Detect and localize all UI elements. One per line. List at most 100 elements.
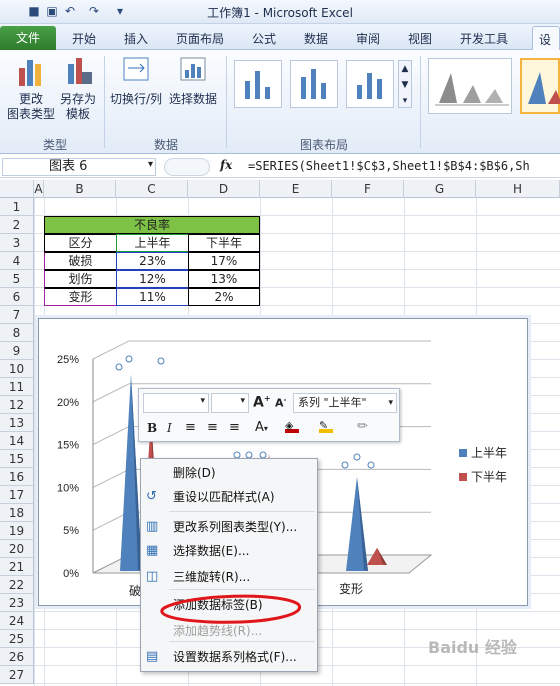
table-header-h1[interactable]: 上半年 <box>116 234 189 252</box>
font-name-box[interactable]: ▾ <box>143 393 209 413</box>
table-header-category[interactable]: 区分 <box>44 234 117 252</box>
selection-handle <box>115 363 123 371</box>
legend-label: 下半年 <box>471 470 507 484</box>
table-cell[interactable]: 破损 <box>44 252 117 270</box>
row-header[interactable]: 15 <box>0 450 34 468</box>
row-header[interactable]: 16 <box>0 468 34 486</box>
row-header[interactable]: 4 <box>0 252 34 270</box>
menu-separator <box>169 589 315 590</box>
selection-handle <box>341 461 349 469</box>
select-data-icon: ▦ <box>146 543 159 558</box>
italic-icon[interactable]: I <box>167 421 172 435</box>
context-menu-label: 三维旋转(R)... <box>173 570 251 584</box>
row-header[interactable]: 7 <box>0 306 34 324</box>
table-cell[interactable]: 2% <box>188 288 260 306</box>
row-header[interactable]: 19 <box>0 522 34 540</box>
context-menu: 删除(D) ↺ 重设以匹配样式(A) ▥ 更改系列图表类型(Y)... ▦ 选择数据(E).… <box>140 458 318 672</box>
legend-swatch <box>459 473 467 481</box>
selection-handle <box>157 357 165 365</box>
selection-handle <box>125 355 133 363</box>
row-header[interactable]: 10 <box>0 360 34 378</box>
format-series-icon: ▤ <box>146 649 159 664</box>
chevron-down-icon: ▾ <box>200 396 205 406</box>
3d-rotate-icon: ◫ <box>146 569 159 584</box>
y-tick-label: 0% <box>63 568 79 580</box>
row-header[interactable]: 21 <box>0 558 34 576</box>
row-header[interactable]: 11 <box>0 378 34 396</box>
row-header[interactable]: 9 <box>0 342 34 360</box>
grid-line <box>92 383 130 403</box>
chevron-down-icon: ▾ <box>388 398 393 408</box>
outline-color-icon[interactable]: ✎ <box>319 419 333 433</box>
table-title[interactable]: 不良率 <box>44 216 260 234</box>
row-header[interactable]: 1 <box>0 198 34 216</box>
format-painter-icon[interactable]: ✏ <box>357 419 368 434</box>
context-menu-label: 重设以匹配样式(A) <box>173 490 275 504</box>
row-header[interactable]: 14 <box>0 432 34 450</box>
row-header[interactable]: 18 <box>0 504 34 522</box>
align-center-icon[interactable]: ≡ <box>207 420 218 435</box>
grid-line <box>92 426 130 446</box>
row-header[interactable]: 5 <box>0 270 34 288</box>
selection-handle <box>367 461 375 469</box>
mini-toolbar: ▾ ▾ A+ A- 系列 "上半年" ▾ B I ≡ ≡ ≡ A▾ ◈ ✎ ✏ <box>138 388 400 442</box>
grid-line <box>34 198 35 686</box>
series-selector[interactable]: 系列 "上半年" ▾ <box>293 393 397 413</box>
menu-separator <box>169 641 315 642</box>
y-tick-label: 10% <box>57 482 79 494</box>
table-cell[interactable]: 划伤 <box>44 270 117 288</box>
font-size-box[interactable]: ▾ <box>211 393 249 413</box>
row-header[interactable]: 13 <box>0 414 34 432</box>
bold-icon[interactable]: B <box>147 421 157 435</box>
context-menu-label: 设置数据系列格式(F)... <box>173 650 297 664</box>
menu-separator <box>169 511 315 512</box>
grid-line <box>92 340 130 360</box>
table-cell[interactable]: 11% <box>116 288 189 306</box>
shrink-font-icon[interactable]: A- <box>275 396 286 410</box>
align-right-icon[interactable]: ≡ <box>229 420 240 435</box>
row-header[interactable]: 2 <box>0 216 34 234</box>
grid-line <box>92 468 130 488</box>
row-header[interactable]: 22 <box>0 576 34 594</box>
x-tick-label: 变形 <box>339 581 363 596</box>
align-left-icon[interactable]: ≡ <box>185 420 196 435</box>
context-menu-item[interactable]: ▦ 选择数据(E)... <box>141 539 317 563</box>
table-cell[interactable]: 23% <box>116 252 189 270</box>
table-cell[interactable]: 12% <box>116 270 189 288</box>
table-cell[interactable]: 变形 <box>44 288 117 306</box>
context-menu-item[interactable]: ◫ 三维旋转(R)... <box>141 565 317 589</box>
row-header[interactable]: 8 <box>0 324 34 342</box>
context-menu-item[interactable]: 删除(D) <box>141 461 317 485</box>
chevron-down-icon: ▾ <box>240 396 245 406</box>
table-cell[interactable]: 17% <box>188 252 260 270</box>
y-tick-label: 15% <box>57 440 79 452</box>
grid-line <box>34 683 560 684</box>
y-tick-label: 20% <box>57 397 79 409</box>
selection-handle <box>353 453 361 461</box>
y-tick-label: 5% <box>63 525 79 537</box>
fill-color-icon[interactable]: ◈ <box>285 419 299 433</box>
row-header[interactable]: 6 <box>0 288 34 306</box>
row-header[interactable]: 24 <box>0 612 34 630</box>
legend-label: 上半年 <box>471 446 507 460</box>
context-menu-item[interactable]: ▥ 更改系列图表类型(Y)... <box>141 515 317 539</box>
context-menu-item[interactable]: ↺ 重设以匹配样式(A) <box>141 485 317 509</box>
context-menu-item[interactable]: ▤ 设置数据系列格式(F)... <box>141 645 317 669</box>
row-header[interactable]: 25 <box>0 630 34 648</box>
row-header[interactable]: 27 <box>0 666 34 684</box>
y-tick-label: 25% <box>57 354 79 366</box>
chart-type-icon: ▥ <box>146 519 159 534</box>
row-header[interactable]: 12 <box>0 396 34 414</box>
font-color-icon[interactable]: A▾ <box>255 420 268 435</box>
row-header[interactable]: 26 <box>0 648 34 666</box>
context-menu-label: 选择数据(E)... <box>173 544 250 558</box>
row-header[interactable]: 20 <box>0 540 34 558</box>
row-header[interactable]: 3 <box>0 234 34 252</box>
row-header[interactable]: 17 <box>0 486 34 504</box>
context-menu-label: 更改系列图表类型(Y)... <box>173 520 298 534</box>
red-ellipse-annotation <box>160 594 302 624</box>
table-cell[interactable]: 13% <box>188 270 260 288</box>
grow-font-icon[interactable]: A+ <box>253 394 271 411</box>
table-header-h2[interactable]: 下半年 <box>188 234 260 252</box>
row-header[interactable]: 23 <box>0 594 34 612</box>
